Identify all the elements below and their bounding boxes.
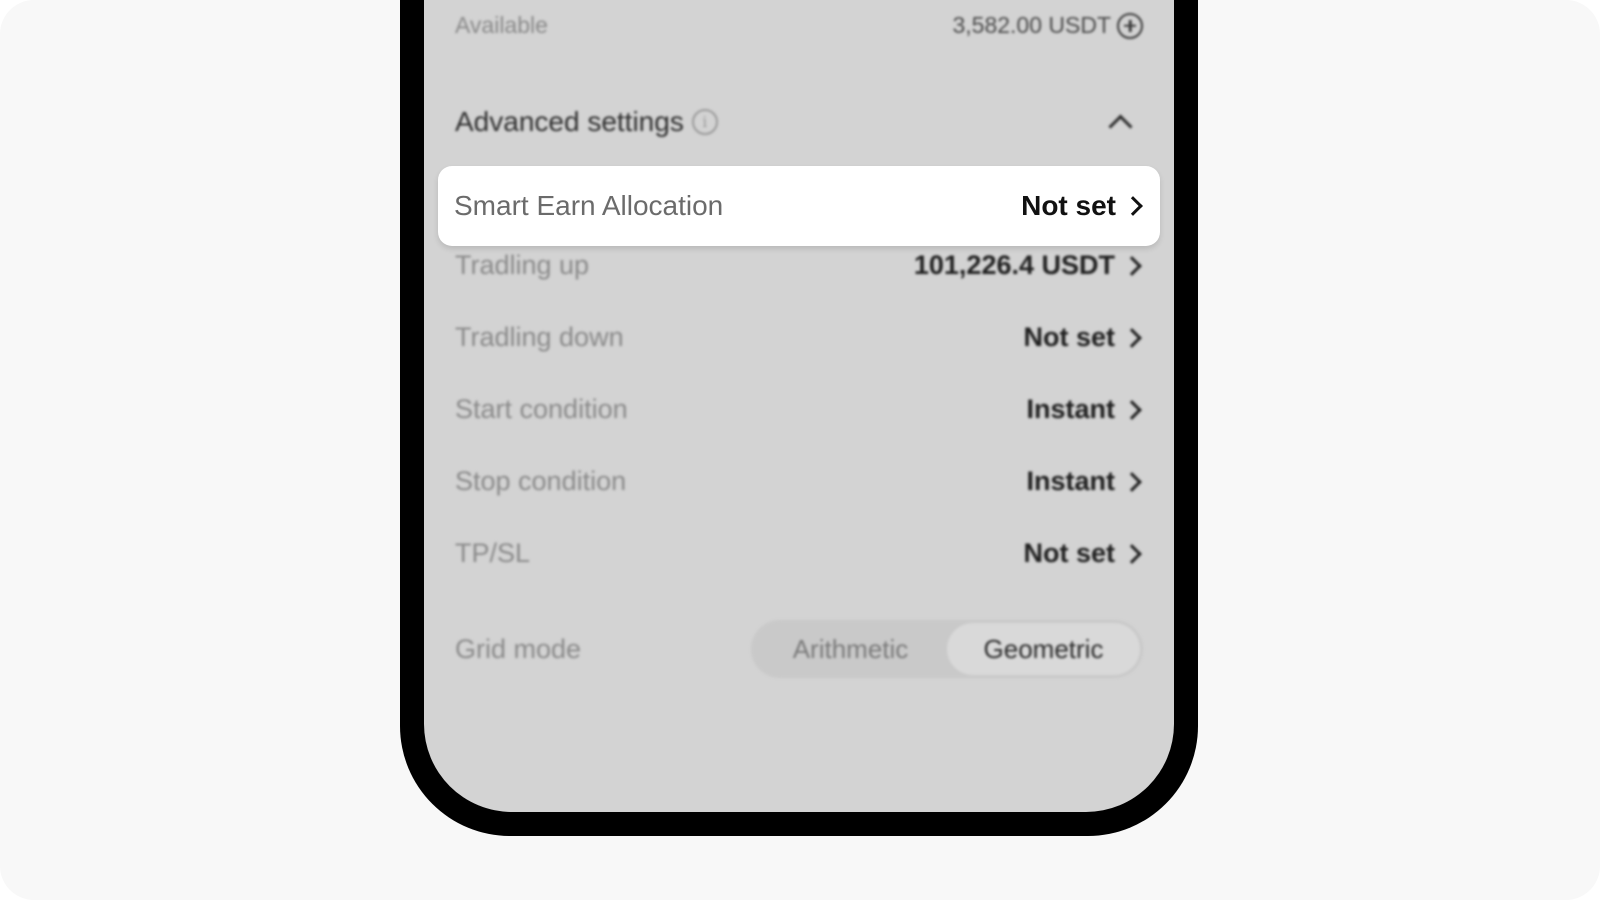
grid-mode-row: Grid mode Arithmetic Geometric bbox=[455, 620, 1143, 678]
chevron-right-icon bbox=[1122, 327, 1142, 348]
advanced-settings-title-group: Advanced settings i bbox=[455, 106, 718, 138]
canvas: Available 3,582.00 USDT Advanced setting… bbox=[0, 0, 1600, 900]
setting-value: Instant bbox=[1026, 466, 1115, 496]
setting-value-group: Instant bbox=[1026, 466, 1143, 497]
available-value: 3,582.00 USDT bbox=[952, 12, 1111, 38]
grid-mode-label: Grid mode bbox=[455, 633, 582, 664]
plus-circle-icon[interactable] bbox=[1117, 12, 1143, 39]
chevron-right-icon bbox=[1122, 399, 1142, 420]
setting-label: Start condition bbox=[455, 394, 628, 424]
setting-label: Tradling down bbox=[455, 322, 624, 352]
smart-earn-allocation-row[interactable]: Smart Earn Allocation Not set bbox=[438, 166, 1160, 246]
dimmed-content: Available 3,582.00 USDT Advanced setting… bbox=[424, 0, 1174, 812]
available-label: Available bbox=[455, 12, 548, 38]
setting-row-stop-condition[interactable]: Stop condition Instant bbox=[455, 466, 1143, 497]
setting-label: TP/SL bbox=[455, 538, 531, 568]
setting-value: Not set bbox=[1023, 322, 1115, 352]
setting-row-trading-up[interactable]: Tradling up 101,226.4 USDT bbox=[455, 250, 1143, 281]
setting-row-tpsl[interactable]: TP/SL Not set bbox=[455, 538, 1143, 569]
smart-earn-allocation-label: Smart Earn Allocation bbox=[454, 190, 724, 221]
grid-mode-option-arithmetic[interactable]: Arithmetic bbox=[754, 623, 947, 675]
setting-value-group: 101,226.4 USDT bbox=[914, 250, 1143, 281]
phone-frame: Available 3,582.00 USDT Advanced setting… bbox=[400, 0, 1198, 836]
setting-value: Not set bbox=[1023, 538, 1115, 568]
chevron-up-icon[interactable] bbox=[1108, 113, 1133, 139]
available-value-group: 3,582.00 USDT bbox=[952, 12, 1143, 39]
setting-label: Stop condition bbox=[455, 466, 627, 496]
setting-value-group: Not set bbox=[1023, 538, 1143, 569]
setting-value-group: Instant bbox=[1026, 394, 1143, 425]
smart-earn-allocation-value-group: Not set bbox=[1021, 190, 1144, 222]
chevron-right-icon bbox=[1122, 471, 1142, 492]
grid-mode-option-geometric[interactable]: Geometric bbox=[947, 623, 1140, 675]
setting-label: Tradling up bbox=[455, 250, 590, 280]
available-row: Available 3,582.00 USDT bbox=[455, 12, 1143, 39]
setting-value-group: Not set bbox=[1023, 322, 1143, 353]
setting-row-start-condition[interactable]: Start condition Instant bbox=[455, 394, 1143, 425]
phone-screen: Available 3,582.00 USDT Advanced setting… bbox=[424, 0, 1174, 812]
setting-value: 101,226.4 USDT bbox=[913, 250, 1115, 280]
chevron-right-icon bbox=[1122, 543, 1142, 564]
setting-row-trading-down[interactable]: Tradling down Not set bbox=[455, 322, 1143, 353]
advanced-settings-title: Advanced settings bbox=[455, 106, 684, 137]
grid-mode-segmented-control: Arithmetic Geometric bbox=[751, 620, 1143, 678]
smart-earn-allocation-value: Not set bbox=[1021, 190, 1116, 221]
chevron-right-icon bbox=[1122, 255, 1142, 276]
setting-value: Instant bbox=[1026, 394, 1115, 424]
info-icon[interactable]: i bbox=[691, 109, 718, 135]
advanced-settings-header[interactable]: Advanced settings i bbox=[455, 106, 1143, 139]
chevron-right-icon bbox=[1123, 196, 1143, 216]
